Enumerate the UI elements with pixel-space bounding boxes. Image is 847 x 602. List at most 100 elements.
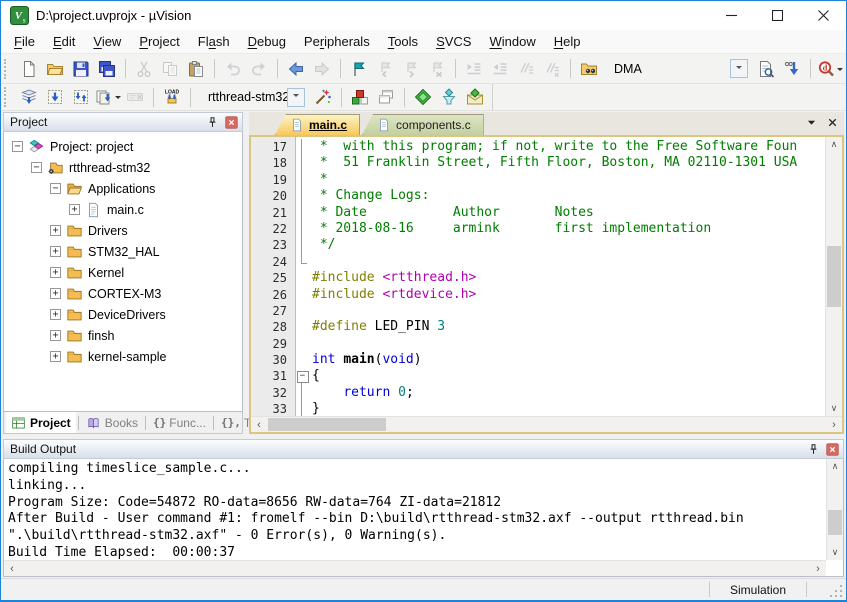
code-line[interactable]: 30int main(void) [251, 352, 825, 368]
code-line[interactable]: 26#include <rtdevice.h> [251, 287, 825, 303]
editor-vertical-scrollbar[interactable]: ∧ ∨ [825, 137, 842, 416]
next-bookmark-button[interactable] [398, 57, 424, 81]
scroll-right-icon[interactable]: › [826, 419, 842, 431]
editor-tab-main-c[interactable]: main.c [275, 114, 360, 135]
code-line[interactable]: 27 [251, 303, 825, 319]
search-combo[interactable]: DMA [607, 58, 748, 79]
tree-expand-toggle[interactable]: + [50, 309, 61, 320]
tab-list-dropdown-icon[interactable] [805, 116, 818, 129]
pin-icon[interactable] [805, 441, 821, 457]
code-view[interactable]: 17 * with this program; if not, write to… [251, 137, 825, 416]
tree-expand-toggle[interactable]: + [50, 246, 61, 257]
new-file-button[interactable] [16, 57, 42, 81]
menu-view[interactable]: View [84, 31, 130, 52]
scroll-down-icon[interactable]: ∨ [827, 545, 843, 560]
build-vscroll-thumb[interactable] [828, 510, 842, 535]
search-combo-dropdown-icon[interactable] [730, 59, 748, 78]
menu-tools[interactable]: Tools [379, 31, 427, 52]
scroll-up-icon[interactable]: ∧ [827, 459, 843, 474]
editor-hscroll-thumb[interactable] [268, 418, 386, 431]
panel-tab-project[interactable]: Project [6, 412, 76, 433]
fold-margin[interactable] [295, 368, 309, 384]
save-button[interactable] [68, 57, 94, 81]
tree-expand-toggle[interactable]: − [31, 162, 42, 173]
close-panel-icon[interactable] [223, 114, 239, 130]
navigate-back-button[interactable] [283, 57, 309, 81]
uncomment-selection-button[interactable] [539, 57, 565, 81]
code-line[interactable]: 21 * Date Author Notes [251, 205, 825, 221]
toggle-bookmark-button[interactable] [346, 57, 372, 81]
previous-bookmark-button[interactable] [372, 57, 398, 81]
code-line[interactable]: 23 */ [251, 237, 825, 253]
code-line[interactable]: 31{ [251, 368, 825, 384]
redo-button[interactable] [246, 57, 272, 81]
tree-expand-toggle[interactable]: + [69, 204, 80, 215]
tree-item-cortex-m3[interactable]: +CORTEX-M3 [4, 283, 242, 304]
stop-build-button[interactable] [122, 85, 148, 109]
start-stop-debug-session-button[interactable]: d [816, 57, 844, 81]
code-line[interactable]: 29 [251, 336, 825, 352]
cut-button[interactable] [131, 57, 157, 81]
batch-build-button[interactable] [94, 85, 122, 109]
open-file-button[interactable] [42, 57, 68, 81]
menu-svcs[interactable]: SVCS [427, 31, 480, 52]
download-to-flash-button[interactable]: LOAD [159, 85, 185, 109]
code-line[interactable]: 19 * [251, 172, 825, 188]
code-line[interactable]: 24 [251, 254, 825, 270]
copy-button[interactable] [157, 57, 183, 81]
tree-expand-toggle[interactable]: + [50, 351, 61, 362]
code-line[interactable]: 33} [251, 401, 825, 416]
translate-file-button[interactable] [16, 85, 42, 109]
code-line[interactable]: 28#define LED_PIN 3 [251, 319, 825, 335]
panel-tab-books[interactable]: Books [81, 412, 143, 433]
close-button[interactable] [800, 1, 846, 30]
select-software-packs-button[interactable] [436, 85, 462, 109]
pack-installer-button[interactable] [462, 85, 488, 109]
tree-item-rtthread-stm32[interactable]: −rtthread-stm32 [4, 157, 242, 178]
rebuild-all-button[interactable] [68, 85, 94, 109]
scroll-up-icon[interactable]: ∧ [826, 137, 842, 152]
code-line[interactable]: 22 * 2018-08-16 armink first implementat… [251, 221, 825, 237]
multi-project-workspace-button[interactable] [373, 85, 399, 109]
tree-item-main-c[interactable]: +main.c [4, 199, 242, 220]
code-line[interactable]: 32 return 0; [251, 385, 825, 401]
tree-item-kernel[interactable]: +Kernel [4, 262, 242, 283]
toolbar-grip[interactable] [4, 87, 10, 107]
close-document-icon[interactable] [826, 116, 839, 129]
scroll-left-icon[interactable]: ‹ [251, 419, 267, 431]
menu-debug[interactable]: Debug [239, 31, 295, 52]
menu-window[interactable]: Window [480, 31, 544, 52]
menu-peripherals[interactable]: Peripherals [295, 31, 379, 52]
code-line[interactable]: 20 * Change Logs: [251, 188, 825, 204]
panel-tab-func[interactable]: {}Func... [148, 412, 211, 433]
comment-selection-button[interactable] [513, 57, 539, 81]
tree-item-finsh[interactable]: +finsh [4, 325, 242, 346]
manage-project-items-button[interactable] [347, 85, 373, 109]
code-line[interactable]: 25#include <rtthread.h> [251, 270, 825, 286]
pin-icon[interactable] [204, 114, 220, 130]
scroll-left-icon[interactable]: ‹ [4, 563, 20, 575]
menu-edit[interactable]: Edit [44, 31, 84, 52]
find-in-files-button[interactable] [576, 57, 602, 81]
dropdown-caret-icon[interactable] [837, 68, 843, 74]
tree-item-applications[interactable]: −Applications [4, 178, 242, 199]
scroll-down-icon[interactable]: ∨ [826, 401, 842, 416]
tree-item-project-project[interactable]: −Project: project [4, 136, 242, 157]
save-all-button[interactable] [94, 57, 120, 81]
maximize-button[interactable] [754, 1, 800, 30]
paste-button[interactable] [183, 57, 209, 81]
tree-expand-toggle[interactable]: + [50, 225, 61, 236]
clear-all-bookmarks-button[interactable] [424, 57, 450, 81]
target-select-combo[interactable]: rtthread-stm32 [201, 87, 305, 108]
code-line[interactable]: 18 * 51 Franklin Street, Fifth Floor, Bo… [251, 155, 825, 171]
tree-expand-toggle[interactable]: + [50, 267, 61, 278]
tree-expand-toggle[interactable]: − [12, 141, 23, 152]
tree-expand-toggle[interactable]: − [50, 183, 61, 194]
tree-item-stm32-hal[interactable]: +STM32_HAL [4, 241, 242, 262]
editor-horizontal-scrollbar[interactable]: ‹ › [251, 416, 842, 432]
code-line[interactable]: 17 * with this program; if not, write to… [251, 139, 825, 155]
indent-button[interactable] [461, 57, 487, 81]
outdent-button[interactable] [487, 57, 513, 81]
editor-vscroll-thumb[interactable] [827, 246, 841, 307]
menu-project[interactable]: Project [130, 31, 188, 52]
